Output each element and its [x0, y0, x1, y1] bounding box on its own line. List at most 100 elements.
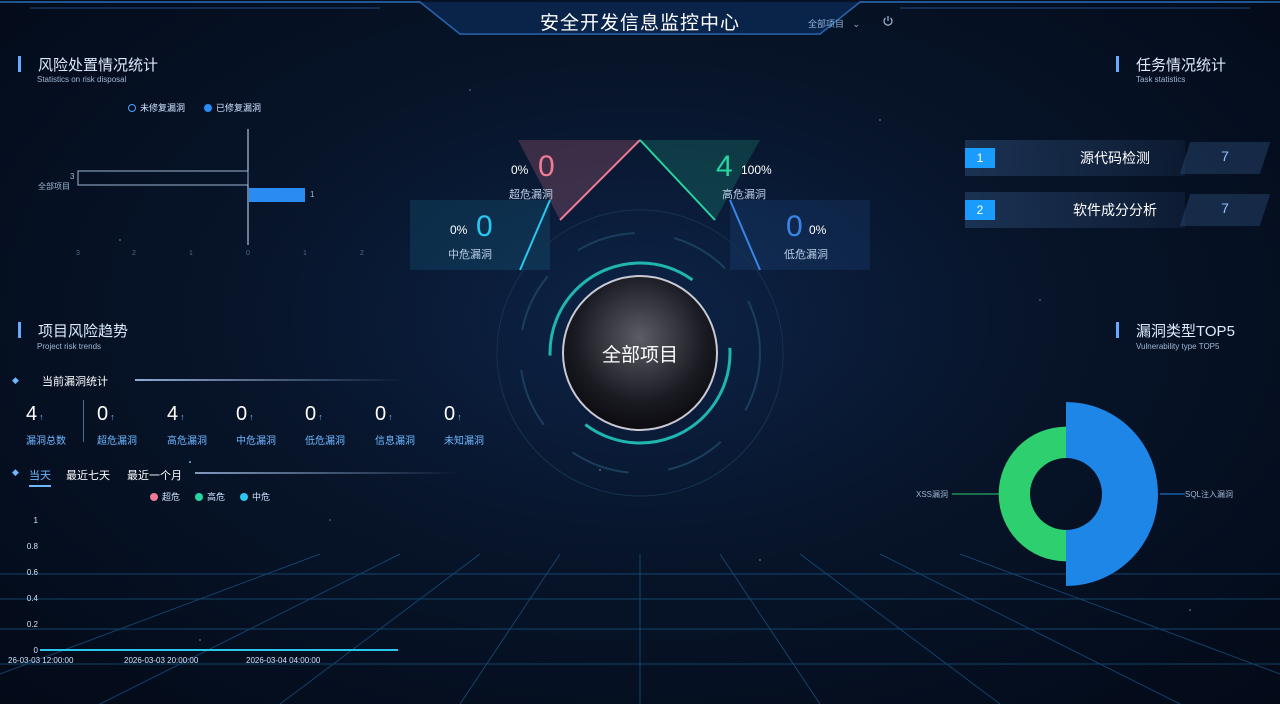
bar-unfixed-value: 3: [70, 172, 75, 181]
y-tick: 0.8: [26, 542, 38, 551]
stat-value: 0: [97, 403, 109, 425]
y-tick: 1: [33, 516, 38, 525]
top-bar: 安全开发信息监控中心 全部项目 ⌄: [0, 0, 1280, 40]
divider: [83, 400, 84, 442]
section-indicator: [1116, 56, 1119, 72]
high-pct: 100%: [741, 163, 772, 177]
tab-last-7-days[interactable]: 最近七天: [66, 467, 110, 483]
section-indicator: [18, 56, 21, 72]
power-icon[interactable]: [882, 15, 894, 27]
stat-value: 0: [236, 403, 248, 425]
critical-value: 0: [538, 150, 555, 183]
project-select-label: 全部项目: [808, 19, 845, 29]
legend-medium-marker: [240, 492, 248, 501]
medium-pct: 0%: [450, 223, 468, 237]
legend-fixed[interactable]: 已修复漏洞: [204, 101, 261, 114]
legend-critical[interactable]: 超危: [150, 490, 180, 503]
legend-medium[interactable]: 中危: [240, 490, 270, 503]
sql-label: SQL注入漏洞: [1185, 490, 1234, 499]
stat-value: 4: [167, 403, 179, 425]
project-risk-title: 项目风险趋势: [38, 323, 129, 340]
task-row[interactable]: 1 源代码检测 7: [965, 140, 1271, 176]
tasks-subtitle: Task statistics: [1136, 75, 1186, 84]
low-value: 0: [786, 210, 803, 243]
stat-label: 漏洞总数: [26, 436, 66, 447]
x-tick: 2026-03-03 20:00:00: [124, 656, 199, 665]
arrow-up-icon: ↑: [388, 412, 393, 422]
axis-tick: 2: [360, 250, 364, 257]
stat-label: 超危漏洞: [97, 436, 137, 447]
medium-value: 0: [476, 210, 493, 243]
axis-tick: 0: [246, 250, 250, 257]
arrow-up-icon: ↑: [249, 412, 254, 422]
center-graphic: [410, 139, 870, 497]
current-stats-label: 当前漏洞统计: [42, 376, 108, 388]
label-underline: [135, 379, 405, 381]
bar-fixed: [249, 188, 305, 202]
legend-high-label: 高危: [207, 492, 226, 502]
legend-fixed-marker: [204, 103, 212, 112]
risk-disposal-chart: [77, 129, 305, 245]
axis-tick: 1: [189, 250, 193, 257]
y-tick: 0.2: [26, 620, 38, 629]
y-tick: 0: [33, 646, 38, 655]
stat-value: 0: [305, 403, 317, 425]
pie-slice[interactable]: [1066, 402, 1158, 586]
task-count: 7: [1221, 200, 1229, 216]
chevron-down-icon: ⌄: [852, 19, 861, 29]
bar-unfixed: [77, 170, 249, 186]
section-indicator: [1116, 322, 1119, 338]
task-count: 7: [1221, 148, 1229, 164]
axis-tick: 2: [132, 250, 136, 257]
legend-unfixed[interactable]: 未修复漏洞: [128, 101, 185, 114]
legend-medium-label: 中危: [252, 492, 271, 502]
arrow-up-icon: ↑: [110, 412, 115, 422]
section-indicator: [18, 322, 21, 338]
task-row[interactable]: 2 软件成分分析 7: [965, 192, 1271, 228]
axis-tick: 1: [303, 250, 307, 257]
chevron-right-icon: ◆: [12, 467, 19, 477]
top5-title: 漏洞类型TOP5: [1136, 323, 1235, 340]
legend-high-marker: [195, 492, 203, 501]
xss-label: XSS漏洞: [916, 490, 949, 499]
tasks-title: 任务情况统计: [1136, 57, 1227, 74]
pie-slice[interactable]: [998, 426, 1066, 562]
critical-label: 超危漏洞: [509, 189, 553, 201]
center-label[interactable]: 全部项目: [560, 340, 720, 367]
medium-label: 中危漏洞: [448, 249, 492, 261]
legend-unfixed-marker: [128, 103, 136, 112]
low-label: 低危漏洞: [784, 249, 828, 261]
legend-critical-label: 超危: [162, 492, 181, 502]
axis-tick: 3: [76, 250, 80, 257]
risk-disposal-title: 风险处置情况统计: [38, 57, 159, 74]
project-select[interactable]: 全部项目 ⌄: [808, 17, 860, 30]
project-risk-subtitle: Project risk trends: [37, 342, 102, 351]
critical-pct: 0%: [511, 163, 529, 177]
x-tick: 2026-03-04 04:00:00: [246, 656, 321, 665]
task-index: 2: [965, 200, 995, 220]
high-value: 4: [716, 150, 733, 183]
stat-label: 低危漏洞: [305, 436, 345, 447]
top5-subtitle: Vulnerability type TOP5: [1136, 342, 1220, 351]
bar-fixed-value: 1: [310, 190, 315, 199]
arrow-up-icon: ↑: [318, 412, 323, 422]
legend-critical-marker: [150, 492, 158, 501]
task-index: 1: [965, 148, 995, 168]
legend-unfixed-label: 未修复漏洞: [140, 103, 186, 113]
y-tick: 0.6: [26, 568, 38, 577]
stat-value: 4: [26, 403, 38, 425]
stat-label: 中危漏洞: [236, 436, 276, 447]
arrow-up-icon: ↑: [39, 412, 44, 422]
stat-label: 高危漏洞: [167, 436, 207, 447]
high-label: 高危漏洞: [722, 189, 766, 201]
trend-chart: [40, 649, 398, 651]
tab-last-month[interactable]: 最近一个月: [127, 467, 182, 483]
low-pct: 0%: [809, 223, 827, 237]
category-label: 全部项目: [38, 182, 70, 191]
y-tick: 0.4: [26, 594, 38, 603]
tab-today[interactable]: 当天: [29, 467, 51, 487]
arrow-up-icon: ↑: [180, 412, 185, 422]
stat-value: 0: [375, 403, 387, 425]
legend-high[interactable]: 高危: [195, 490, 225, 503]
chevron-right-icon: ◆: [12, 375, 19, 385]
